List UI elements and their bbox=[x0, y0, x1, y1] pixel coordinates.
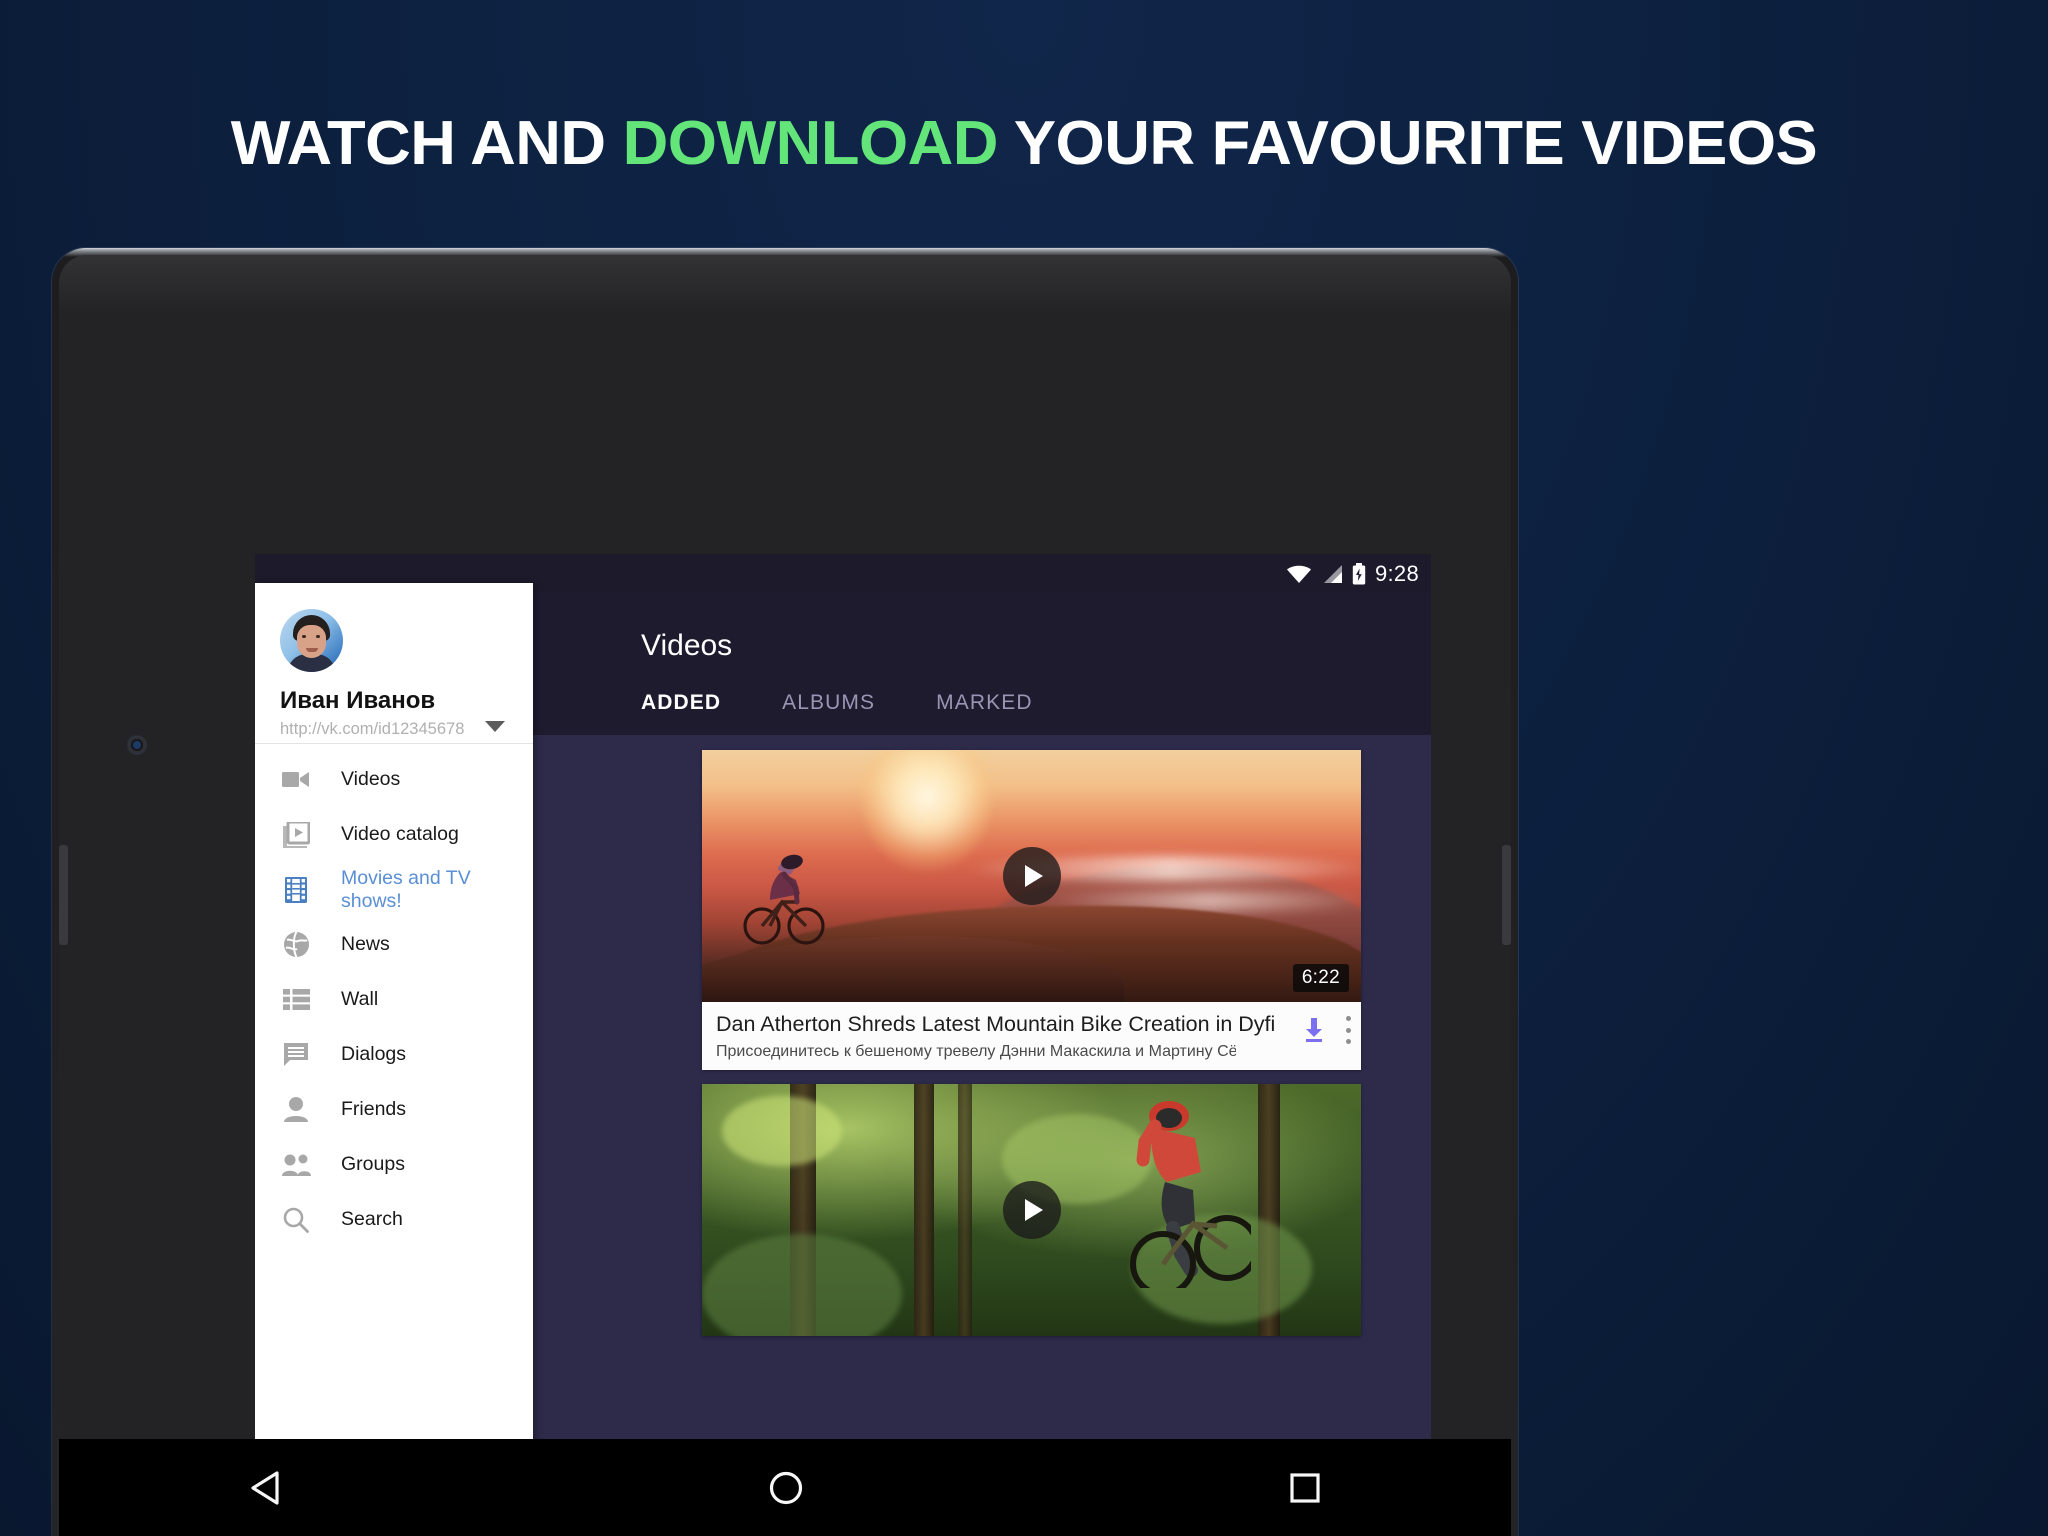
wifi-icon bbox=[1286, 565, 1311, 583]
chat-bubble-icon bbox=[281, 1040, 311, 1070]
sidebar-item-label: Search bbox=[341, 1208, 403, 1230]
video-catalog-icon bbox=[281, 820, 311, 850]
promo-headline: WATCH AND DOWNLOAD YOUR FAVOURITE VIDEOS bbox=[0, 108, 2048, 179]
avatar-face bbox=[297, 625, 326, 658]
headline-highlight: DOWNLOAD bbox=[622, 109, 999, 178]
play-icon bbox=[1025, 1199, 1043, 1221]
sidebar-item-label: Friends bbox=[341, 1098, 407, 1120]
back-triangle-icon[interactable] bbox=[249, 1470, 283, 1506]
navigation-drawer[interactable]: Иван Иванов http://vk.com/id12345678 Vid… bbox=[255, 583, 533, 1536]
sidebar-item-search[interactable]: Search bbox=[255, 1192, 533, 1247]
volume-button-left[interactable] bbox=[59, 845, 68, 945]
tablet-device-frame: 9:28 Videos ADDED ALBUMS MARKED 6:22 Dan… bbox=[52, 248, 1518, 1536]
video-thumbnail-forest[interactable] bbox=[702, 1084, 1361, 1336]
sidebar-item-label: Video catalog bbox=[341, 823, 459, 845]
sidebar-item-label: Groups bbox=[341, 1153, 405, 1175]
video-card-actions bbox=[1301, 1016, 1351, 1044]
video-subtitle: Присоединитесь к бешеному тревелу Дэнни … bbox=[716, 1043, 1236, 1060]
sidebar-item-groups[interactable]: Groups bbox=[255, 1137, 533, 1192]
globe-icon bbox=[281, 930, 311, 960]
page-title: Videos bbox=[641, 629, 733, 662]
sidebar-item-wall[interactable]: Wall bbox=[255, 972, 533, 1027]
sidebar-item-video-catalog[interactable]: Video catalog bbox=[255, 807, 533, 862]
sidebar-item-label: News bbox=[341, 933, 390, 955]
sidebar-item-movies-tv[interactable]: Movies and TV shows! bbox=[255, 862, 533, 917]
avatar-eye bbox=[316, 635, 320, 638]
sidebar-item-label: Videos bbox=[341, 768, 401, 790]
cellular-signal-icon bbox=[1323, 564, 1342, 583]
video-title: Dan Atherton Shreds Latest Mountain Bike… bbox=[716, 1012, 1276, 1036]
cyclist-forest bbox=[1130, 1101, 1251, 1288]
sidebar-item-label: Wall bbox=[341, 988, 379, 1010]
power-button-right[interactable] bbox=[1502, 845, 1511, 945]
download-icon[interactable] bbox=[1301, 1016, 1327, 1044]
sidebar-item-label: Movies and TV shows! bbox=[341, 866, 471, 912]
video-card-meta: Dan Atherton Shreds Latest Mountain Bike… bbox=[702, 1002, 1361, 1070]
cyclist-silhouette bbox=[743, 854, 825, 945]
android-navigation-bar bbox=[59, 1439, 1511, 1536]
more-vertical-icon[interactable] bbox=[1345, 1016, 1351, 1044]
sidebar-item-dialogs[interactable]: Dialogs bbox=[255, 1027, 533, 1082]
video-card[interactable] bbox=[702, 1084, 1361, 1336]
video-duration-badge: 6:22 bbox=[1292, 964, 1349, 992]
bezel-gloss bbox=[59, 255, 1511, 315]
chevron-down-icon[interactable] bbox=[485, 721, 505, 732]
thumb-sun bbox=[862, 750, 992, 872]
video-card[interactable]: 6:22 Dan Atherton Shreds Latest Mountain… bbox=[702, 750, 1361, 1070]
sidebar-item-videos[interactable]: Videos bbox=[255, 752, 533, 807]
drawer-menu: Videos Video catalog Movies and TV shows… bbox=[255, 744, 533, 1247]
sidebar-item-label: Dialogs bbox=[341, 1043, 407, 1065]
video-thumbnail-sunset[interactable]: 6:22 bbox=[702, 750, 1361, 1002]
avatar[interactable] bbox=[280, 609, 343, 672]
recents-square-icon[interactable] bbox=[1289, 1472, 1321, 1504]
front-camera-icon bbox=[129, 737, 145, 753]
tab-added[interactable]: ADDED bbox=[641, 691, 749, 735]
foliage bbox=[702, 1234, 902, 1336]
video-camera-icon bbox=[281, 765, 311, 795]
device-screen: 9:28 Videos ADDED ALBUMS MARKED 6:22 Dan… bbox=[255, 554, 1431, 1536]
headline-part1: WATCH AND bbox=[230, 109, 623, 178]
status-bar-clock: 9:28 bbox=[1374, 560, 1419, 586]
headline-part2: YOUR FAVOURITE VIDEOS bbox=[997, 109, 1818, 178]
play-button[interactable] bbox=[1002, 847, 1061, 905]
sidebar-item-news[interactable]: News bbox=[255, 917, 533, 972]
tab-bar: ADDED ALBUMS MARKED bbox=[641, 691, 1094, 735]
play-button[interactable] bbox=[1002, 1181, 1061, 1239]
profile-name: Иван Иванов bbox=[280, 687, 436, 714]
person-icon bbox=[281, 1095, 311, 1125]
tree-trunk bbox=[914, 1084, 934, 1336]
drawer-profile-header[interactable]: Иван Иванов http://vk.com/id12345678 bbox=[255, 583, 533, 744]
people-icon bbox=[281, 1150, 311, 1180]
battery-charging-icon bbox=[1352, 562, 1366, 584]
tab-albums[interactable]: ALBUMS bbox=[782, 691, 903, 735]
avatar-eye bbox=[302, 635, 306, 638]
tree-trunk bbox=[958, 1084, 972, 1336]
film-strip-icon bbox=[281, 875, 311, 905]
profile-url: http://vk.com/id12345678 bbox=[280, 720, 465, 738]
play-icon bbox=[1025, 865, 1043, 887]
tablet-bezel: 9:28 Videos ADDED ALBUMS MARKED 6:22 Dan… bbox=[59, 255, 1511, 1536]
search-icon bbox=[281, 1205, 311, 1235]
sidebar-item-friends[interactable]: Friends bbox=[255, 1082, 533, 1137]
list-icon bbox=[281, 985, 311, 1015]
foliage bbox=[722, 1096, 842, 1166]
tab-marked[interactable]: MARKED bbox=[936, 691, 1060, 735]
home-circle-icon[interactable] bbox=[768, 1470, 804, 1506]
